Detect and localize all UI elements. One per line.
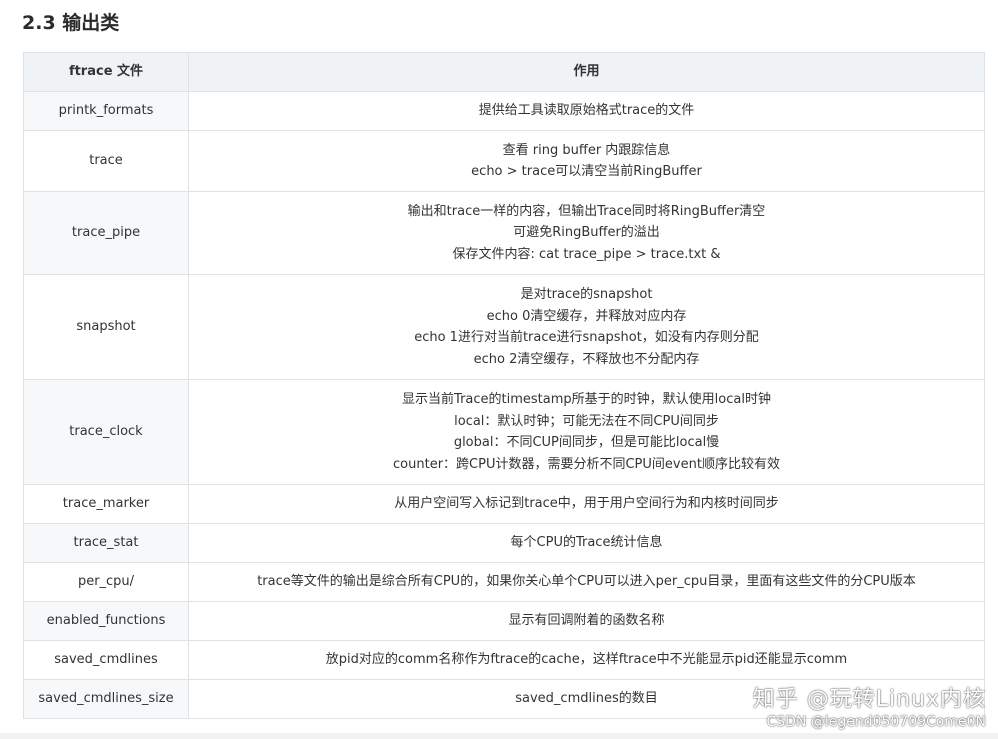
description-line: counter：跨CPU计数器，需要分析不同CPU间event顺序比较有效 — [393, 456, 780, 472]
bottom-divider — [0, 733, 998, 739]
row-file-name: trace_clock — [23, 379, 189, 485]
table-row: enabled_functions 显示有回调附着的函数名称 — [23, 601, 985, 641]
description-line: 放pid对应的comm名称作为ftrace的cache，这样ftrace中不光能… — [325, 652, 848, 668]
row-file-name: trace_marker — [23, 484, 189, 524]
description-line: local：默认时钟；可能无法在不同CPU间同步 — [454, 413, 719, 429]
description-line: trace等文件的输出是综合所有CPU的，如果你关心单个CPU可以进入per_c… — [257, 574, 916, 590]
description-line: echo 1进行对当前trace进行snapshot，如没有内存则分配 — [414, 330, 759, 345]
table-row: trace_clock 显示当前Trace的timestamp所基于的时钟，默认… — [23, 379, 985, 485]
description-line: echo > trace可以清空当前RingBuffer — [471, 164, 702, 179]
description-line: 保存文件内容: cat trace_pipe > trace.txt & — [452, 246, 721, 262]
description-line: 可避免RingBuffer的溢出 — [513, 225, 660, 241]
ftrace-output-table: ftrace 文件 作用 printk_formats 提供给工具读取原始格式t… — [23, 52, 985, 719]
row-description: 显示有回调附着的函数名称 — [188, 601, 985, 641]
description-line: 提供给工具读取原始格式trace的文件 — [478, 103, 695, 119]
row-description: trace等文件的输出是综合所有CPU的，如果你关心单个CPU可以进入per_c… — [188, 562, 985, 602]
row-file-name: printk_formats — [23, 91, 189, 131]
table-row: trace 查看 ring buffer 内跟踪信息 echo > trace可… — [23, 130, 985, 192]
row-file-name: saved_cmdlines — [23, 640, 189, 680]
description-line: 从用户空间写入标记到trace中，用于用户空间行为和内核时间同步 — [394, 496, 779, 512]
row-description: 是对trace的snapshot echo 0清空缓存，并释放对应内存 echo… — [188, 274, 985, 380]
description-line: 显示当前Trace的timestamp所基于的时钟，默认使用local时钟 — [402, 392, 771, 407]
zhihu-watermark: 知乎 @玩转Linux内核 — [752, 687, 986, 712]
table-row: trace_stat 每个CPU的Trace统计信息 — [23, 523, 985, 563]
section-title: 2.3 输出类 — [22, 12, 120, 34]
row-description: 输出和trace一样的内容，但输出Trace同时将RingBuffer清空 可避… — [188, 191, 985, 275]
table-header-row: ftrace 文件 作用 — [23, 52, 985, 92]
row-file-name: per_cpu/ — [23, 562, 189, 602]
table-row: trace_pipe 输出和trace一样的内容，但输出Trace同时将Ring… — [23, 191, 985, 275]
description-line: echo 2清空缓存，不释放也不分配内存 — [473, 351, 700, 367]
row-file-name: trace — [23, 130, 189, 192]
header-purpose: 作用 — [188, 52, 985, 92]
description-line: echo 0清空缓存，并释放对应内存 — [486, 308, 687, 324]
row-description: 显示当前Trace的timestamp所基于的时钟，默认使用local时钟 lo… — [188, 379, 985, 485]
row-file-name: enabled_functions — [23, 601, 189, 641]
table-row: printk_formats 提供给工具读取原始格式trace的文件 — [23, 91, 985, 131]
row-description: 提供给工具读取原始格式trace的文件 — [188, 91, 985, 131]
description-line: global：不同CUP间同步，但是可能比local慢 — [453, 435, 720, 450]
table-row: per_cpu/ trace等文件的输出是综合所有CPU的，如果你关心单个CPU… — [23, 562, 985, 602]
header-file: ftrace 文件 — [23, 52, 189, 92]
description-line: 输出和trace一样的内容，但输出Trace同时将RingBuffer清空 — [407, 203, 766, 219]
row-description: 放pid对应的comm名称作为ftrace的cache，这样ftrace中不光能… — [188, 640, 985, 680]
watermark: 知乎 @玩转Linux内核 CSDN @legend050709Come0N — [753, 687, 986, 731]
row-file-name: trace_stat — [23, 523, 189, 563]
description-line: 查看 ring buffer 内跟踪信息 — [502, 142, 671, 158]
description-line: 每个CPU的Trace统计信息 — [510, 535, 663, 551]
description-line: 显示有回调附着的函数名称 — [508, 613, 665, 629]
table-row: snapshot 是对trace的snapshot echo 0清空缓存，并释放… — [23, 274, 985, 380]
csdn-watermark: CSDN @legend050709Come0N — [766, 714, 986, 730]
table-row: trace_marker 从用户空间写入标记到trace中，用于用户空间行为和内… — [23, 484, 985, 524]
row-file-name: saved_cmdlines_size — [23, 679, 189, 719]
table-row: saved_cmdlines 放pid对应的comm名称作为ftrace的cac… — [23, 640, 985, 680]
row-description: 从用户空间写入标记到trace中，用于用户空间行为和内核时间同步 — [188, 484, 985, 524]
row-file-name: snapshot — [23, 274, 189, 380]
row-description: 每个CPU的Trace统计信息 — [188, 523, 985, 563]
row-description: 查看 ring buffer 内跟踪信息 echo > trace可以清空当前R… — [188, 130, 985, 192]
description-line: 是对trace的snapshot — [520, 287, 653, 302]
row-file-name: trace_pipe — [23, 191, 189, 275]
